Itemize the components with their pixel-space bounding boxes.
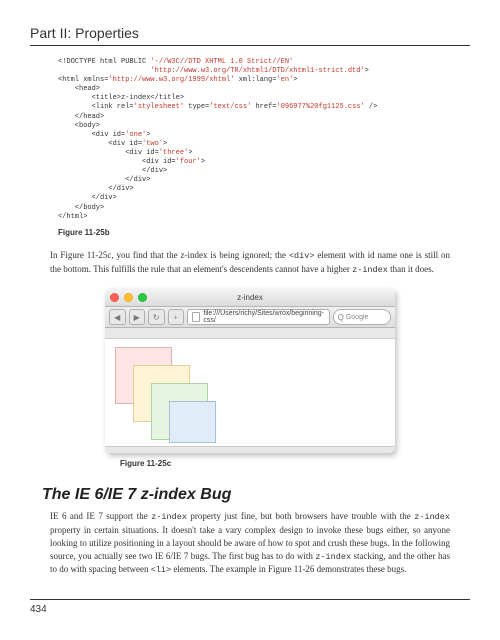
text: IE 6 and IE 7 support the (50, 511, 151, 521)
text: than it does. (388, 264, 434, 274)
paragraph-2: IE 6 and IE 7 support the z-index proper… (50, 510, 450, 577)
forward-button[interactable]: ▶ (129, 309, 146, 325)
search-field[interactable]: Q Google (333, 309, 391, 325)
figure-caption-c: Figure 11-25c (120, 459, 470, 468)
bookmark-bar (105, 328, 395, 339)
browser-screenshot: z-index ◀ ▶ ↻ + file:///Users/richy/Site… (105, 288, 395, 453)
text: property just fine, but both browsers ha… (187, 511, 414, 521)
div-four (169, 401, 216, 443)
code-listing: <!DOCTYPE html PUBLIC '-//W3C//DTD XHTML… (58, 58, 470, 222)
chevron-right-icon: ▶ (134, 313, 140, 322)
browser-toolbar: ◀ ▶ ↻ + file:///Users/richy/Sites/wrox/b… (105, 307, 395, 328)
file-icon (192, 312, 200, 322)
window-title: z-index (105, 293, 395, 302)
page-header: Part II: Properties (30, 25, 470, 46)
paragraph-1: In Figure 11-25c, you find that the z-in… (50, 249, 450, 277)
reload-button[interactable]: ↻ (148, 309, 165, 325)
text: In Figure 11-25c, you find that the z-in… (50, 250, 289, 260)
chevron-left-icon: ◀ (114, 313, 120, 322)
figure-caption-b: Figure 11-25b (58, 228, 470, 237)
section-heading: The IE 6/IE 7 z-index Bug (42, 486, 470, 504)
page-viewport (105, 339, 395, 446)
inline-code: z-index (414, 512, 450, 522)
search-placeholder: Google (346, 314, 369, 321)
part-title: Part II: Properties (30, 25, 139, 41)
address-text: file:///Users/richy/Sites/wrox/beginning… (203, 310, 324, 324)
status-bar (105, 446, 395, 453)
plus-icon: + (173, 313, 178, 322)
inline-code: z-index (315, 552, 351, 562)
page-number: 434 (30, 599, 470, 615)
inline-code: z-index (151, 512, 187, 522)
reload-icon: ↻ (153, 313, 160, 322)
inline-code: z-index (352, 265, 388, 275)
back-button[interactable]: ◀ (109, 309, 126, 325)
text: elements. The example in Figure 11-26 de… (171, 564, 406, 574)
inline-code: <li> (151, 565, 171, 575)
address-bar[interactable]: file:///Users/richy/Sites/wrox/beginning… (187, 309, 330, 325)
search-icon: Q (338, 313, 344, 322)
inline-code: <div> (289, 251, 315, 261)
add-button[interactable]: + (168, 309, 185, 325)
window-titlebar: z-index (105, 288, 395, 307)
